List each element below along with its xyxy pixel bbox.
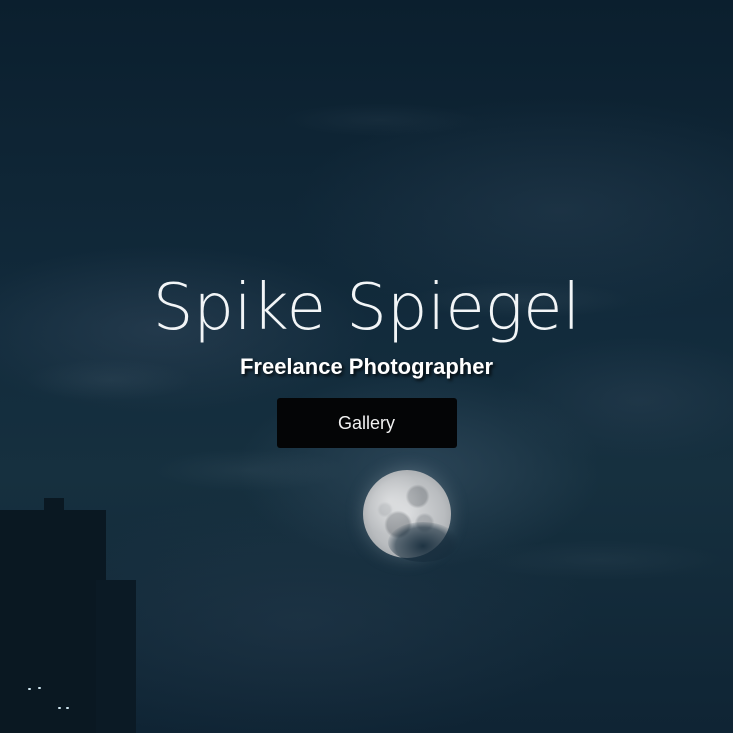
building-silhouette-secondary <box>96 580 136 733</box>
building-silhouette <box>0 510 106 733</box>
hero-section: Spike Spiegel Freelance Photographer Gal… <box>0 0 733 733</box>
gallery-button[interactable]: Gallery <box>276 398 457 448</box>
hero-content: Spike Spiegel Freelance Photographer Gal… <box>0 270 733 448</box>
building-light <box>58 707 61 709</box>
button-container: Gallery <box>0 398 733 448</box>
building-light <box>38 687 41 689</box>
page-subtitle: Freelance Photographer <box>239 354 494 379</box>
building-light <box>66 707 69 709</box>
moon-cloud <box>388 522 458 562</box>
page-title: Spike Spiegel <box>152 271 581 345</box>
building-light <box>28 688 31 690</box>
